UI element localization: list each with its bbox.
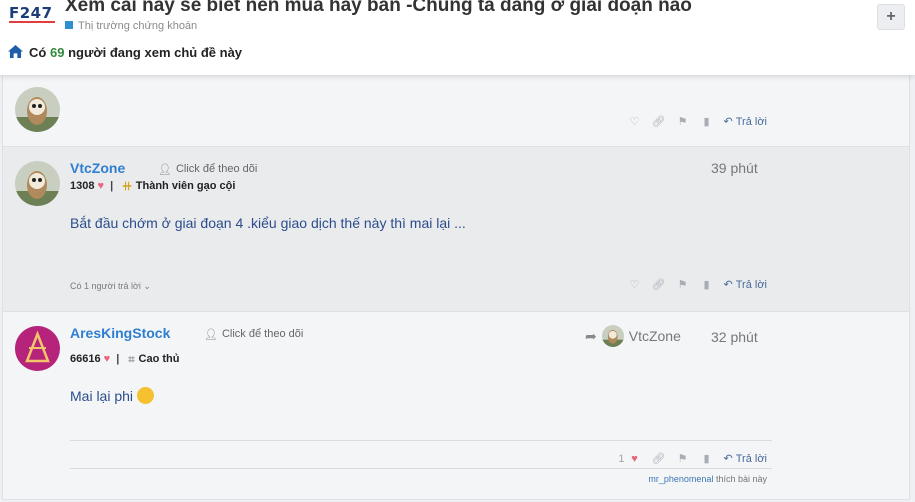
- follow-label: Click để theo dõi: [221, 328, 304, 340]
- plus-button[interactable]: +: [877, 4, 905, 30]
- post-actions: 1 ♥ 🔗︎ ⚑ ▮ ↶ Trả lời: [618, 452, 767, 466]
- like-count: 1: [618, 452, 625, 465]
- heart-icon[interactable]: ♡: [628, 115, 642, 128]
- category-label: Thị trường chứng khoán: [78, 20, 198, 32]
- chevron-down-icon: ⌄: [143, 281, 151, 291]
- viewers-count: 69: [49, 45, 65, 60]
- category-color-icon: [65, 21, 73, 29]
- post-areskingstock: AresKingStock 👤︎ Click để theo dõi 66616 …: [2, 312, 910, 500]
- follow-user-icon: 👤︎: [158, 164, 172, 176]
- reply-to-avatar: [601, 325, 624, 347]
- topic-header: F247 Xem cái này sẽ biết nên mua hay bán…: [0, 0, 915, 75]
- post-body: Bắt đầu chớm ở giai đoạn 4 .kiểu giao dị…: [70, 215, 466, 231]
- reply-to[interactable]: ➦ VtcZone: [585, 325, 681, 347]
- post-vtczone: VtcZone 👤︎ Click để theo dõi 1308 ♥ | ꔠ Thà…: [2, 147, 910, 312]
- post-actions: ♡ 🔗︎ ⚑ ▮ ↶ Trả lời: [628, 278, 767, 292]
- post-time[interactable]: 39 phút: [711, 160, 758, 176]
- viewers-prefix: Có: [29, 45, 47, 60]
- divider: [70, 440, 772, 441]
- share-arrow-icon: ➦: [585, 327, 597, 344]
- post-body: Mai lại phi: [70, 387, 154, 404]
- liked-by-user[interactable]: mr_phenomenal: [648, 474, 713, 484]
- link-icon[interactable]: 🔗︎: [652, 115, 666, 128]
- follow-label: Click để theo dõi: [175, 163, 258, 175]
- post-time[interactable]: 32 phút: [711, 329, 758, 345]
- reply-button[interactable]: ↶ Trả lời: [723, 115, 767, 129]
- reply-label: Trả lời: [735, 452, 767, 465]
- avatar[interactable]: [15, 161, 60, 206]
- link-icon[interactable]: 🔗︎: [652, 278, 666, 291]
- avatar[interactable]: [15, 87, 60, 132]
- flag-icon[interactable]: ⚑: [676, 278, 690, 291]
- post-body-text: Mai lại phi: [70, 388, 134, 404]
- reply-button[interactable]: ↶ Trả lời: [723, 452, 767, 466]
- viewers-info: Có 69 người đang xem chủ đề này: [8, 45, 242, 61]
- user-points: 1308: [70, 180, 95, 192]
- reply-icon: ↶: [723, 116, 733, 128]
- link-icon[interactable]: 🔗︎: [652, 452, 666, 465]
- avatar[interactable]: [15, 326, 60, 371]
- heart-icon: ♥: [103, 353, 111, 365]
- reply-label: Trả lời: [735, 115, 767, 128]
- plus-icon: +: [886, 8, 896, 25]
- reply-button[interactable]: ↶ Trả lời: [723, 278, 767, 292]
- divider: [70, 468, 772, 469]
- page-title: Xem cái này sẽ biết nên mua hay bán -Chú…: [65, 0, 692, 16]
- flag-icon[interactable]: ⚑: [676, 115, 690, 128]
- site-logo[interactable]: F247: [9, 4, 55, 23]
- heart-icon: ♥: [97, 180, 105, 192]
- reply-label: Trả lời: [735, 278, 767, 291]
- replies-label: Có 1 người trả lời: [70, 281, 141, 291]
- username[interactable]: VtcZone: [70, 160, 125, 176]
- reply-icon: ↶: [723, 279, 733, 291]
- bookmark-icon[interactable]: ▮: [700, 452, 714, 465]
- post-top: ♡ 🔗︎ ⚑ ▮ ↶ Trả lời: [2, 75, 910, 147]
- user-meta: 66616 ♥ | ⌗ Cao thủ: [70, 353, 180, 366]
- liked-by-suffix: thích bài này: [715, 474, 767, 484]
- rank-chart-icon: ⌗: [128, 354, 135, 366]
- follow-button[interactable]: 👤︎ Click để theo dõi: [158, 163, 257, 176]
- username[interactable]: AresKingStock: [70, 325, 170, 341]
- post-actions: ♡ 🔗︎ ⚑ ▮ ↶ Trả lời: [628, 115, 767, 129]
- bookmark-icon[interactable]: ▮: [700, 278, 714, 291]
- bookmark-icon[interactable]: ▮: [700, 115, 714, 128]
- reply-to-username: VtcZone: [628, 328, 681, 344]
- follow-user-icon: 👤︎: [204, 329, 218, 341]
- viewers-suffix: người đang xem chủ đề này: [68, 45, 243, 60]
- user-points: 66616: [70, 353, 101, 365]
- user-rank: Cao thủ: [138, 353, 180, 365]
- user-rank: Thành viên gạo cội: [135, 180, 236, 192]
- follow-button[interactable]: 👤︎ Click để theo dõi: [204, 328, 303, 341]
- home-icon[interactable]: [8, 45, 23, 61]
- logo-text: F247: [9, 4, 53, 22]
- heart-icon[interactable]: ♥: [628, 453, 642, 465]
- emoji-icon: [136, 387, 154, 404]
- rank-medal-icon: ꔠ: [122, 181, 132, 193]
- heart-icon[interactable]: ♡: [628, 278, 642, 291]
- user-meta: 1308 ♥ | ꔠ Thành viên gạo cội: [70, 180, 236, 193]
- replies-toggle[interactable]: Có 1 người trả lời ⌄: [70, 281, 151, 292]
- reply-icon: ↶: [723, 453, 733, 465]
- flag-icon[interactable]: ⚑: [676, 452, 690, 465]
- liked-by: mr_phenomenal thích bài này: [648, 474, 767, 484]
- category-breadcrumb[interactable]: Thị trường chứng khoán: [65, 20, 197, 32]
